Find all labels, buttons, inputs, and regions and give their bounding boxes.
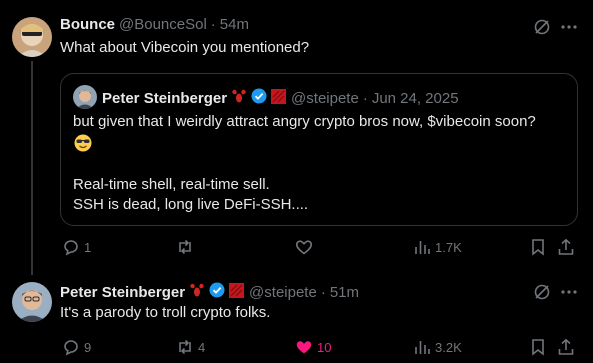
more-icon[interactable]	[560, 18, 578, 41]
grok-icon[interactable]	[533, 18, 551, 41]
like-icon	[295, 240, 313, 255]
views-button[interactable]: 1.7K	[413, 238, 462, 256]
sunglasses-emoji	[74, 134, 92, 157]
separator: ·	[320, 283, 326, 301]
bookmark-icon	[532, 239, 544, 256]
view-count: 3.2K	[435, 339, 462, 355]
repost-count: 4	[198, 339, 206, 355]
avatar-steipete[interactable]	[12, 282, 52, 322]
separator: ·	[362, 89, 368, 107]
post-bounce[interactable]: Bounce @BounceSol · 54m What about Vibec…	[0, 0, 593, 275]
like-button[interactable]: 10	[295, 338, 331, 356]
timestamp[interactable]: 54m	[220, 16, 249, 33]
bookmark-button[interactable]	[529, 338, 547, 356]
thread-line	[31, 61, 33, 275]
share-button[interactable]	[557, 238, 575, 256]
author-name[interactable]: Bounce	[60, 16, 115, 33]
quote-avatar[interactable]	[73, 85, 97, 109]
lobster-icon	[231, 88, 247, 108]
avatar-bounce[interactable]	[12, 17, 52, 57]
quote-author-name[interactable]: Peter Steinberger	[102, 90, 227, 107]
author-handle[interactable]: @BounceSol	[119, 16, 207, 33]
bookmark-icon	[532, 339, 544, 356]
quote-text-line3: SSH is dead, long live DeFi-SSH....	[73, 196, 309, 213]
author-name[interactable]: Peter Steinberger	[60, 284, 185, 301]
quote-header: Peter Steinberger @steipete · Jun 24, 20…	[102, 88, 459, 108]
view-count: 1.7K	[435, 239, 462, 255]
more-icon[interactable]	[560, 283, 578, 306]
timestamp[interactable]: 51m	[330, 284, 359, 301]
repost-button[interactable]: 4	[176, 338, 205, 356]
author-handle[interactable]: @steipete	[249, 284, 317, 301]
post-steipete-reply[interactable]: Peter Steinberger @steipete · 51m It's a…	[0, 265, 593, 363]
reply-icon	[64, 240, 78, 256]
post-header: Bounce @BounceSol · 54m	[60, 16, 249, 33]
reply-button[interactable]: 1	[62, 238, 91, 256]
share-icon	[558, 338, 574, 355]
reply-count: 9	[84, 339, 92, 355]
bookmark-button[interactable]	[529, 238, 547, 256]
reply-icon	[64, 340, 78, 356]
like-count: 10	[317, 339, 332, 355]
repost-icon	[179, 339, 191, 355]
post-text: It's a parody to troll crypto folks.	[60, 304, 271, 321]
repost-button[interactable]	[176, 238, 198, 256]
reply-button[interactable]: 9	[62, 338, 91, 356]
verified-badge[interactable]	[209, 282, 225, 302]
post-text: What about Vibecoin you mentioned?	[60, 39, 310, 56]
repost-icon	[179, 239, 191, 255]
views-icon	[415, 241, 430, 254]
quote-text-line1: but given that I weirdly attract angry c…	[73, 113, 536, 130]
separator: ·	[210, 16, 216, 33]
flag-icon	[271, 88, 287, 108]
verified-badge[interactable]	[251, 88, 267, 108]
share-icon	[558, 238, 574, 255]
views-button[interactable]: 3.2K	[413, 338, 462, 356]
grok-icon[interactable]	[533, 283, 551, 306]
lobster-icon	[189, 282, 205, 302]
views-icon	[415, 341, 430, 354]
quote-author-handle[interactable]: @steipete	[291, 90, 359, 107]
quote-date[interactable]: Jun 24, 2025	[372, 90, 459, 107]
post-header: Peter Steinberger @steipete · 51m	[60, 282, 359, 302]
like-button[interactable]	[295, 238, 317, 256]
flag-icon	[229, 282, 245, 302]
like-icon	[296, 341, 312, 354]
quoted-post[interactable]: Peter Steinberger @steipete · Jun 24, 20…	[60, 73, 578, 226]
reply-count: 1	[84, 239, 92, 255]
share-button[interactable]	[557, 338, 575, 356]
quote-text-line2: Real-time shell, real-time sell.	[73, 176, 270, 193]
